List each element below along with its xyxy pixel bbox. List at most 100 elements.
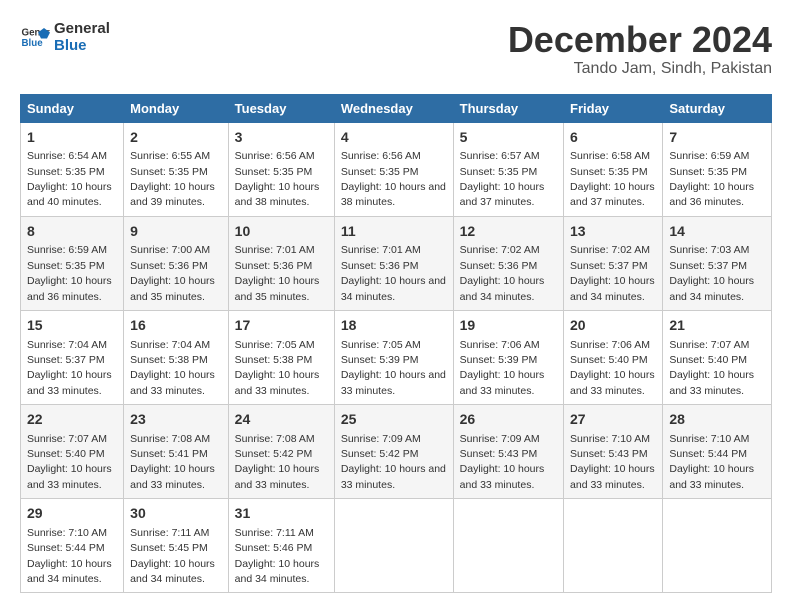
calendar-cell: 6Sunrise: 6:58 AMSunset: 5:35 PMDaylight… — [564, 122, 663, 216]
daylight-text: Daylight: 10 hours and 34 minutes. — [460, 275, 545, 302]
day-number: 24 — [235, 410, 328, 430]
sunset-text: Sunset: 5:35 PM — [130, 166, 208, 178]
header-friday: Friday — [564, 94, 663, 122]
day-number: 12 — [460, 222, 557, 242]
day-number: 31 — [235, 504, 328, 524]
sunset-text: Sunset: 5:36 PM — [341, 260, 419, 272]
calendar-cell: 23Sunrise: 7:08 AMSunset: 5:41 PMDayligh… — [124, 405, 229, 499]
daylight-text: Daylight: 10 hours and 33 minutes. — [130, 369, 215, 396]
daylight-text: Daylight: 10 hours and 35 minutes. — [130, 275, 215, 302]
sunrise-text: Sunrise: 6:57 AM — [460, 150, 540, 162]
daylight-text: Daylight: 10 hours and 33 minutes. — [235, 369, 320, 396]
day-number: 11 — [341, 222, 447, 242]
day-number: 2 — [130, 128, 222, 148]
day-number: 28 — [669, 410, 765, 430]
daylight-text: Daylight: 10 hours and 38 minutes. — [341, 181, 446, 208]
sunset-text: Sunset: 5:37 PM — [570, 260, 648, 272]
sunset-text: Sunset: 5:42 PM — [341, 448, 419, 460]
sunrise-text: Sunrise: 7:10 AM — [27, 527, 107, 539]
day-number: 27 — [570, 410, 656, 430]
day-number: 30 — [130, 504, 222, 524]
sunrise-text: Sunrise: 7:01 AM — [341, 244, 421, 256]
sunrise-text: Sunrise: 7:02 AM — [570, 244, 650, 256]
sunset-text: Sunset: 5:35 PM — [570, 166, 648, 178]
sunrise-text: Sunrise: 6:59 AM — [27, 244, 107, 256]
daylight-text: Daylight: 10 hours and 33 minutes. — [669, 369, 754, 396]
daylight-text: Daylight: 10 hours and 37 minutes. — [570, 181, 655, 208]
sunrise-text: Sunrise: 6:59 AM — [669, 150, 749, 162]
daylight-text: Daylight: 10 hours and 37 minutes. — [460, 181, 545, 208]
calendar-subtitle: Tando Jam, Sindh, Pakistan — [508, 60, 772, 78]
daylight-text: Daylight: 10 hours and 38 minutes. — [235, 181, 320, 208]
sunrise-text: Sunrise: 7:05 AM — [341, 339, 421, 351]
calendar-cell: 11 Sunrise: 7:01 AM Sunset: 5:36 PM Dayligh… — [334, 216, 453, 310]
sunset-text: Sunset: 5:36 PM — [460, 260, 538, 272]
logo-name-line1: General — [54, 20, 110, 37]
day-number: 26 — [460, 410, 557, 430]
daylight-text: Daylight: 10 hours and 33 minutes. — [27, 463, 112, 490]
calendar-cell: 17Sunrise: 7:05 AMSunset: 5:38 PMDayligh… — [228, 310, 334, 404]
daylight-text: Daylight: 10 hours and 33 minutes. — [27, 369, 112, 396]
calendar-cell: 22Sunrise: 7:07 AMSunset: 5:40 PMDayligh… — [21, 405, 124, 499]
day-number: 29 — [27, 504, 117, 524]
day-number: 20 — [570, 316, 656, 336]
calendar-cell: 7Sunrise: 6:59 AMSunset: 5:35 PMDaylight… — [663, 122, 772, 216]
calendar-cell: 10Sunrise: 7:01 AMSunset: 5:36 PMDayligh… — [228, 216, 334, 310]
day-number: 5 — [460, 128, 557, 148]
sunset-text: Sunset: 5:35 PM — [235, 166, 313, 178]
calendar-cell: 9Sunrise: 7:00 AMSunset: 5:36 PMDaylight… — [124, 216, 229, 310]
sunset-text: Sunset: 5:40 PM — [27, 448, 105, 460]
sunrise-text: Sunrise: 7:11 AM — [130, 527, 209, 539]
calendar-cell: 12 Sunrise: 7:02 AM Sunset: 5:36 PM Dayligh… — [453, 216, 563, 310]
day-number: 6 — [570, 128, 656, 148]
day-number: 14 — [669, 222, 765, 242]
header-tuesday: Tuesday — [228, 94, 334, 122]
calendar-cell: 30Sunrise: 7:11 AMSunset: 5:45 PMDayligh… — [124, 499, 229, 593]
daylight-text: Daylight: 10 hours and 33 minutes. — [570, 369, 655, 396]
sunset-text: Sunset: 5:35 PM — [669, 166, 747, 178]
daylight-text: Daylight: 10 hours and 34 minutes. — [235, 558, 320, 585]
sunset-text: Sunset: 5:35 PM — [27, 260, 105, 272]
daylight-text: Daylight: 10 hours and 34 minutes. — [341, 275, 446, 302]
header-saturday: Saturday — [663, 94, 772, 122]
sunrise-text: Sunrise: 6:54 AM — [27, 150, 107, 162]
sunrise-text: Sunrise: 7:03 AM — [669, 244, 749, 256]
day-number: 3 — [235, 128, 328, 148]
calendar-cell: 18Sunrise: 7:05 AMSunset: 5:39 PMDayligh… — [334, 310, 453, 404]
daylight-text: Daylight: 10 hours and 34 minutes. — [27, 558, 112, 585]
sunset-text: Sunset: 5:42 PM — [235, 448, 313, 460]
calendar-cell: 24Sunrise: 7:08 AMSunset: 5:42 PMDayligh… — [228, 405, 334, 499]
sunrise-text: Sunrise: 6:55 AM — [130, 150, 210, 162]
sunset-text: Sunset: 5:35 PM — [341, 166, 419, 178]
sunrise-text: Sunrise: 7:02 AM — [460, 244, 540, 256]
day-number: 17 — [235, 316, 328, 336]
daylight-text: Daylight: 10 hours and 40 minutes. — [27, 181, 112, 208]
sunset-text: Sunset: 5:36 PM — [235, 260, 313, 272]
calendar-header-row: SundayMondayTuesdayWednesdayThursdayFrid… — [21, 94, 772, 122]
day-number: 8 — [27, 222, 117, 242]
sunset-text: Sunset: 5:43 PM — [570, 448, 648, 460]
day-number: 15 — [27, 316, 117, 336]
calendar-cell: 19Sunrise: 7:06 AMSunset: 5:39 PMDayligh… — [453, 310, 563, 404]
daylight-text: Daylight: 10 hours and 34 minutes. — [570, 275, 655, 302]
page-header: General Blue General Blue December 2024 … — [20, 20, 772, 78]
header-wednesday: Wednesday — [334, 94, 453, 122]
week-row-4: 22Sunrise: 7:07 AMSunset: 5:40 PMDayligh… — [21, 405, 772, 499]
day-number: 16 — [130, 316, 222, 336]
sunset-text: Sunset: 5:35 PM — [460, 166, 538, 178]
sunset-text: Sunset: 5:39 PM — [341, 354, 419, 366]
logo-name-line2: Blue — [54, 37, 110, 54]
day-number: 18 — [341, 316, 447, 336]
sunrise-text: Sunrise: 7:06 AM — [570, 339, 650, 351]
calendar-cell: 25Sunrise: 7:09 AMSunset: 5:42 PMDayligh… — [334, 405, 453, 499]
calendar-cell — [334, 499, 453, 593]
calendar-cell: 27Sunrise: 7:10 AMSunset: 5:43 PMDayligh… — [564, 405, 663, 499]
header-thursday: Thursday — [453, 94, 563, 122]
daylight-text: Daylight: 10 hours and 36 minutes. — [27, 275, 112, 302]
sunrise-text: Sunrise: 7:10 AM — [570, 433, 650, 445]
calendar-cell: 16Sunrise: 7:04 AMSunset: 5:38 PMDayligh… — [124, 310, 229, 404]
day-number: 1 — [27, 128, 117, 148]
calendar-cell: 26Sunrise: 7:09 AMSunset: 5:43 PMDayligh… — [453, 405, 563, 499]
sunset-text: Sunset: 5:38 PM — [130, 354, 208, 366]
sunrise-text: Sunrise: 7:00 AM — [130, 244, 210, 256]
